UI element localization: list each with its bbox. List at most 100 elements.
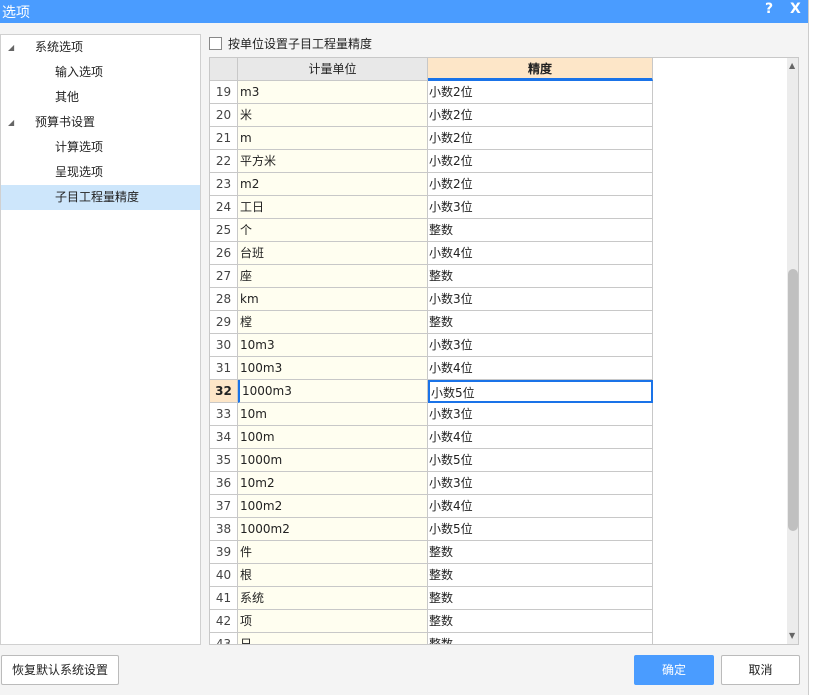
options-tree: ◢ 系统选项输入选项其他 ◢ 预算书设置计算选项呈现选项子目工程量精度 [0,34,201,645]
unit-cell[interactable]: 100m [238,426,428,449]
row-number: 32 [210,380,238,403]
unit-cell[interactable]: 100m3 [238,357,428,380]
precision-cell[interactable]: 小数3位 [428,472,653,495]
precision-cell[interactable]: 小数2位 [428,150,653,173]
tree-item[interactable]: 计算选项 [1,135,200,160]
precision-cell[interactable]: 小数2位 [428,173,653,196]
precision-cell[interactable]: 整数 [428,219,653,242]
unit-cell[interactable]: 10m [238,403,428,426]
tree-item[interactable]: 其他 [1,85,200,110]
precision-cell[interactable]: 小数3位 [428,403,653,426]
row-number: 42 [210,610,238,633]
help-button[interactable]: ? [765,1,773,17]
row-number: 23 [210,173,238,196]
unit-cell[interactable]: 米 [238,104,428,127]
tree-item[interactable]: ◢ 预算书设置 [1,110,200,135]
row-number: 38 [210,518,238,541]
precision-cell[interactable]: 小数3位 [428,196,653,219]
unit-cell[interactable]: km [238,288,428,311]
ok-button[interactable]: 确定 [634,655,714,685]
window-title: 选项 [2,5,30,21]
unit-cell[interactable]: 座 [238,265,428,288]
unit-cell[interactable]: 樘 [238,311,428,334]
unit-cell[interactable]: m2 [238,173,428,196]
row-number: 34 [210,426,238,449]
row-number: 22 [210,150,238,173]
scroll-down-icon[interactable]: ▼ [789,631,795,640]
expand-triangle-icon[interactable]: ◢ [8,35,14,60]
title-bar: 选项 ? X [0,0,808,23]
precision-cell[interactable]: 整数 [428,541,653,564]
tree-item-label: 其他 [55,90,80,104]
cancel-button[interactable]: 取消 [721,655,800,685]
precision-cell[interactable]: 小数5位 [428,380,653,403]
precision-cell[interactable]: 小数2位 [428,104,653,127]
precision-cell[interactable]: 小数4位 [428,242,653,265]
header-rownum [210,58,238,81]
row-number: 37 [210,495,238,518]
unit-cell[interactable]: 日 [238,633,428,644]
background-window-edge [808,0,815,695]
row-number: 20 [210,104,238,127]
tree-item[interactable]: 输入选项 [1,60,200,85]
unit-cell[interactable]: 10m2 [238,472,428,495]
row-number: 41 [210,587,238,610]
unit-cell[interactable]: 台班 [238,242,428,265]
row-number: 19 [210,81,238,104]
expand-triangle-icon[interactable]: ◢ [8,110,14,135]
unit-cell[interactable]: 100m2 [238,495,428,518]
unit-cell[interactable]: 平方米 [238,150,428,173]
precision-cell[interactable]: 小数4位 [428,495,653,518]
precision-cell[interactable]: 整数 [428,311,653,334]
unit-cell[interactable]: 件 [238,541,428,564]
unit-precision-checkbox-row[interactable]: 按单位设置子目工程量精度 [209,35,372,51]
unit-cell[interactable]: 根 [238,564,428,587]
row-number: 40 [210,564,238,587]
precision-cell[interactable]: 小数5位 [428,518,653,541]
precision-cell[interactable]: 小数4位 [428,426,653,449]
tree-item[interactable]: 呈现选项 [1,160,200,185]
unit-cell[interactable]: 项 [238,610,428,633]
unit-cell[interactable]: 10m3 [238,334,428,357]
precision-cell[interactable]: 整数 [428,587,653,610]
precision-cell[interactable]: 整数 [428,265,653,288]
precision-cell[interactable]: 小数4位 [428,357,653,380]
header-precision[interactable]: 精度 [428,58,653,81]
unit-cell[interactable]: m3 [238,81,428,104]
precision-cell[interactable]: 整数 [428,633,653,644]
tree-item[interactable]: ◢ 系统选项 [1,35,200,60]
unit-cell[interactable]: 1000m [238,449,428,472]
unit-cell[interactable]: 系统 [238,587,428,610]
unit-cell[interactable]: m [238,127,428,150]
scroll-up-icon[interactable]: ▲ [789,61,795,70]
scrollbar-thumb[interactable] [788,269,798,531]
unit-cell[interactable]: 个 [238,219,428,242]
row-number: 30 [210,334,238,357]
tree-item[interactable]: 子目工程量精度 [1,185,200,210]
reset-defaults-button[interactable]: 恢复默认系统设置 [1,655,119,685]
tree-item-label: 子目工程量精度 [55,190,140,204]
precision-cell[interactable]: 整数 [428,564,653,587]
row-number: 43 [210,633,238,644]
header-unit[interactable]: 计量单位 [238,58,428,81]
unit-precision-checkbox[interactable] [209,36,222,50]
row-number: 29 [210,311,238,334]
row-number: 27 [210,265,238,288]
tree-item-label: 输入选项 [55,65,104,79]
tree-item-label: 计算选项 [55,140,104,154]
precision-cell[interactable]: 整数 [428,610,653,633]
precision-cell[interactable]: 小数3位 [428,334,653,357]
precision-cell[interactable]: 小数3位 [428,288,653,311]
row-number: 39 [210,541,238,564]
row-number: 28 [210,288,238,311]
precision-cell[interactable]: 小数2位 [428,127,653,150]
row-number: 26 [210,242,238,265]
close-button[interactable]: X [790,1,801,17]
precision-cell[interactable]: 小数2位 [428,81,653,104]
vertical-scrollbar[interactable]: ▲ ▼ [787,58,798,644]
unit-cell[interactable]: 工日 [238,196,428,219]
unit-cell[interactable]: 1000m2 [238,518,428,541]
row-number: 25 [210,219,238,242]
precision-cell[interactable]: 小数5位 [428,449,653,472]
unit-cell[interactable]: 1000m3 [238,380,428,403]
